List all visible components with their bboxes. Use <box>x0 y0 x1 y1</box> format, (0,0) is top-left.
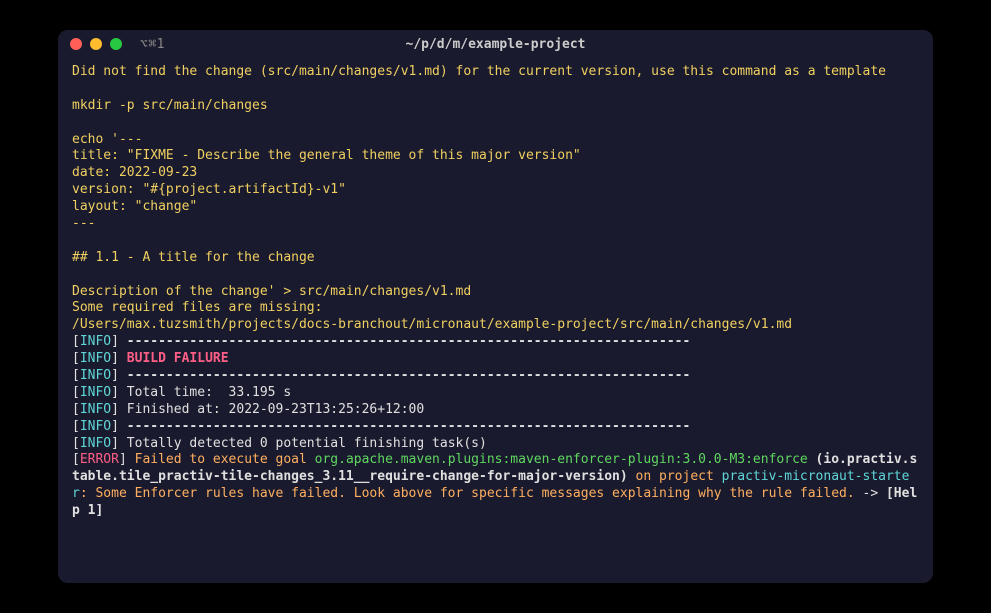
terminal-window: ⌥⌘1 ~/p/d/m/example-project Did not find… <box>58 30 933 583</box>
minimize-icon[interactable] <box>90 38 102 50</box>
log-line: ## 1.1 - A title for the change <box>72 250 919 267</box>
log-line: Some required files are missing: <box>72 300 919 317</box>
blank-line <box>72 115 919 132</box>
maximize-icon[interactable] <box>110 38 122 50</box>
window-title: ~/p/d/m/example-project <box>405 37 585 52</box>
log-line: Did not find the change (src/main/change… <box>72 64 919 81</box>
build-failure: BUILD FAILURE <box>127 351 229 366</box>
log-line: date: 2022-09-23 <box>72 165 919 182</box>
tab-label[interactable]: ⌥⌘1 <box>140 37 165 52</box>
log-line: mkdir -p src/main/changes <box>72 98 919 115</box>
terminal-output[interactable]: Did not find the change (src/main/change… <box>58 58 933 583</box>
log-line: version: "#{project.artifactId}-v1" <box>72 182 919 199</box>
log-line: [INFO] ---------------------------------… <box>72 419 919 436</box>
log-line: Description of the change' > src/main/ch… <box>72 284 919 301</box>
titlebar[interactable]: ⌥⌘1 ~/p/d/m/example-project <box>58 30 933 58</box>
traffic-lights <box>70 38 122 50</box>
log-line: [INFO] ---------------------------------… <box>72 368 919 385</box>
log-line: [INFO] Totally detected 0 potential fini… <box>72 436 919 453</box>
log-line: /Users/max.tuzsmith/projects/docs-branch… <box>72 317 919 334</box>
log-line: [INFO] Total time: 33.195 s <box>72 385 919 402</box>
log-line: --- <box>72 216 919 233</box>
blank-line <box>72 81 919 98</box>
log-line: [INFO] Finished at: 2022-09-23T13:25:26+… <box>72 402 919 419</box>
log-line: [INFO] BUILD FAILURE <box>72 351 919 368</box>
log-line: [ERROR] Failed to execute goal org.apach… <box>72 452 919 520</box>
log-line: [INFO] ---------------------------------… <box>72 334 919 351</box>
log-line: title: "FIXME - Describe the general the… <box>72 148 919 165</box>
blank-line <box>72 233 919 250</box>
close-icon[interactable] <box>70 38 82 50</box>
blank-line <box>72 267 919 284</box>
log-line: layout: "change" <box>72 199 919 216</box>
log-line: echo '--- <box>72 132 919 149</box>
